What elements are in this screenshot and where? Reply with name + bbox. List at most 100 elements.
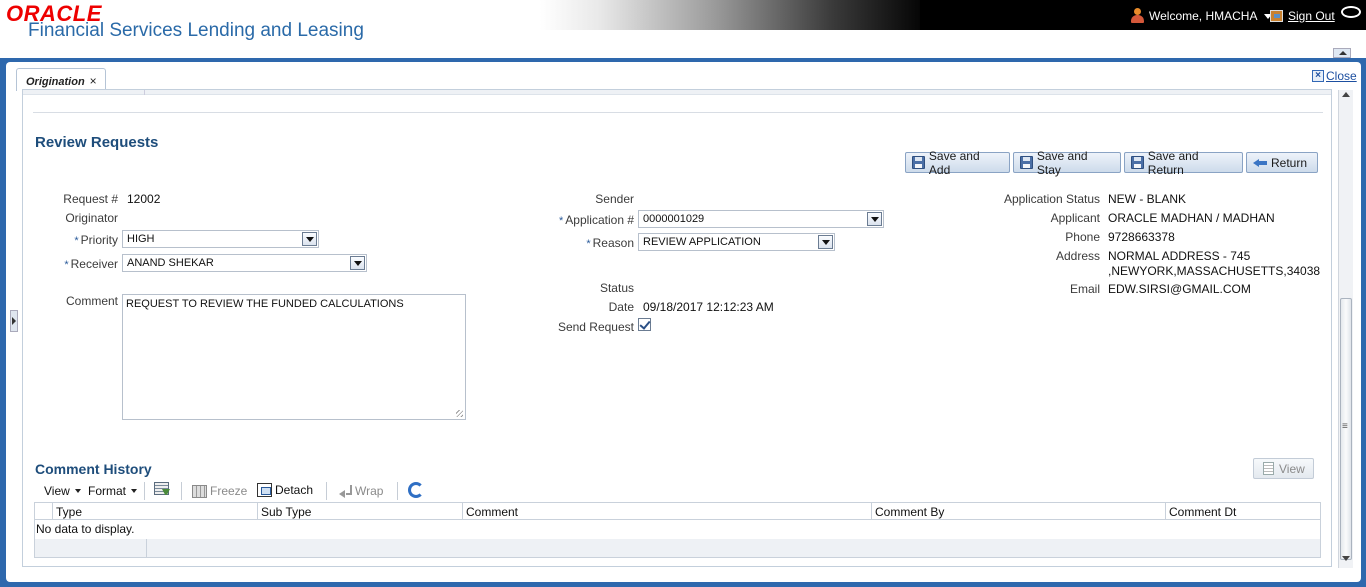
- section-divider: [33, 112, 1323, 113]
- sign-out-icon: [1270, 10, 1283, 22]
- product-name: Financial Services Lending and Leasing: [28, 20, 364, 41]
- refresh-button[interactable]: [408, 482, 424, 498]
- detach-button[interactable]: Detach: [257, 483, 313, 497]
- help-icon[interactable]: [1341, 6, 1361, 18]
- tab-label: Origination: [26, 76, 85, 88]
- resize-grip-icon[interactable]: [456, 410, 463, 417]
- priority-value: HIGH: [127, 233, 155, 245]
- welcome-text: Welcome, HMACHA: [1149, 9, 1258, 23]
- return-arrow-icon: [1253, 158, 1267, 168]
- column-header-sub-type[interactable]: Sub Type: [257, 503, 462, 520]
- scroll-down-icon[interactable]: [1342, 556, 1350, 561]
- application-value: 0000001029: [643, 213, 705, 225]
- tab-origination[interactable]: Origination ×: [16, 68, 106, 91]
- chevron-down-icon[interactable]: [350, 256, 365, 270]
- wrap-label: Wrap: [355, 484, 384, 498]
- column-header-comment-by[interactable]: Comment By: [871, 503, 1166, 520]
- query-by-example-button[interactable]: [154, 482, 171, 497]
- view-button-label: View: [1279, 461, 1305, 476]
- refresh-icon: [408, 482, 424, 498]
- date-label: Date: [608, 300, 634, 314]
- toolbar-divider: [397, 482, 398, 500]
- save-and-stay-label: Save and Stay: [1036, 148, 1088, 177]
- format-menu[interactable]: Format: [88, 484, 138, 498]
- status-label: Status: [599, 281, 634, 295]
- view-button[interactable]: View: [1253, 458, 1314, 479]
- close-link[interactable]: × Close: [1312, 69, 1357, 83]
- request-number-label: Request #: [63, 192, 118, 206]
- email-value: EDW.SIRSI@GMAIL.COM: [1108, 282, 1251, 296]
- address-line-1: NORMAL ADDRESS - 745: [1108, 249, 1251, 263]
- wrap-button[interactable]: Wrap: [338, 484, 383, 498]
- scroll-up-arrow[interactable]: [1333, 48, 1351, 58]
- document-icon: [1263, 462, 1274, 475]
- comment-textarea[interactable]: REQUEST TO REVIEW THE FUNDED CALCULATION…: [122, 294, 466, 420]
- address-label: Address: [1055, 249, 1100, 263]
- application-select[interactable]: 0000001029: [638, 210, 884, 228]
- save-and-add-label: Save and Add: [928, 148, 980, 177]
- welcome-menu[interactable]: Welcome, HMACHA: [1130, 8, 1273, 24]
- comment-value: REQUEST TO REVIEW THE FUNDED CALCULATION…: [126, 298, 404, 310]
- filter-icon: [154, 482, 171, 497]
- close-tab-icon[interactable]: ×: [90, 74, 97, 88]
- column-header-comment[interactable]: Comment: [462, 503, 872, 520]
- chevron-down-icon[interactable]: [867, 212, 882, 226]
- required-mark: *: [559, 215, 564, 227]
- toolbar-divider: [326, 482, 327, 500]
- chevron-down-icon[interactable]: [818, 235, 833, 249]
- close-label: Close: [1326, 69, 1357, 83]
- table-footer: [35, 539, 1320, 557]
- date-value: 09/18/2017 12:12:23 AM: [643, 300, 774, 314]
- wrap-icon: [338, 485, 352, 498]
- return-label: Return: [1271, 155, 1308, 170]
- save-and-add-button[interactable]: Save and Add: [905, 149, 1010, 177]
- freeze-button[interactable]: Freeze: [192, 484, 247, 498]
- sign-out-link[interactable]: Sign Out: [1270, 9, 1335, 23]
- scroll-up-icon[interactable]: [1342, 92, 1350, 97]
- email-label: Email: [1069, 282, 1100, 296]
- return-button[interactable]: Return: [1246, 152, 1318, 173]
- vertical-scrollbar[interactable]: [1338, 90, 1353, 568]
- priority-select[interactable]: HIGH: [122, 230, 319, 248]
- required-mark: *: [64, 259, 69, 271]
- send-request-checkbox[interactable]: [638, 318, 651, 331]
- application-label: * Application #: [530, 213, 634, 227]
- toolbar-divider: [181, 482, 182, 500]
- sender-label: Sender: [595, 192, 634, 206]
- view-menu-label: View: [44, 484, 70, 498]
- originator-label: Originator: [65, 211, 118, 225]
- comment-history-title: Comment History: [35, 461, 152, 477]
- required-mark: *: [74, 235, 79, 247]
- comment-label: Comment: [65, 294, 118, 308]
- detach-icon: [257, 483, 272, 497]
- reason-label: * Reason: [540, 236, 634, 250]
- reason-select[interactable]: REVIEW APPLICATION: [638, 233, 835, 251]
- applicant-value: ORACLE MADHAN / MADHAN: [1108, 211, 1275, 225]
- view-menu[interactable]: View: [44, 484, 81, 498]
- detach-label: Detach: [275, 483, 314, 497]
- save-and-return-button[interactable]: Save and Return: [1124, 149, 1243, 177]
- save-and-return-label: Save and Return: [1147, 148, 1199, 177]
- phone-value: 9728663378: [1108, 230, 1175, 244]
- table-header: Type Sub Type Comment Comment By Comment…: [35, 503, 1320, 520]
- save-icon: [912, 156, 925, 169]
- format-menu-label: Format: [88, 484, 127, 498]
- chevron-down-icon: [74, 489, 81, 493]
- toolbar-divider: [144, 482, 145, 500]
- column-header-comment-dt[interactable]: Comment Dt: [1165, 503, 1320, 520]
- phone-label: Phone: [1065, 230, 1100, 244]
- empty-message: No data to display.: [36, 522, 135, 536]
- application-label-text: Application #: [565, 213, 634, 227]
- save-icon: [1020, 156, 1033, 169]
- column-header-type[interactable]: Type: [52, 503, 257, 520]
- scrollbar-thumb[interactable]: [1340, 298, 1352, 560]
- receiver-value: ANAND SHEKAR: [127, 257, 214, 269]
- header-gradient: [540, 0, 930, 30]
- application-status-label: Application Status: [1003, 192, 1100, 206]
- chevron-down-icon[interactable]: [302, 232, 317, 246]
- side-panel-toggle[interactable]: [10, 310, 18, 332]
- receiver-select[interactable]: ANAND SHEKAR: [122, 254, 367, 272]
- comment-history-table: Type Sub Type Comment Comment By Comment…: [34, 502, 1321, 558]
- save-and-stay-button[interactable]: Save and Stay: [1013, 149, 1121, 177]
- application-status-value: NEW - BLANK: [1108, 192, 1187, 206]
